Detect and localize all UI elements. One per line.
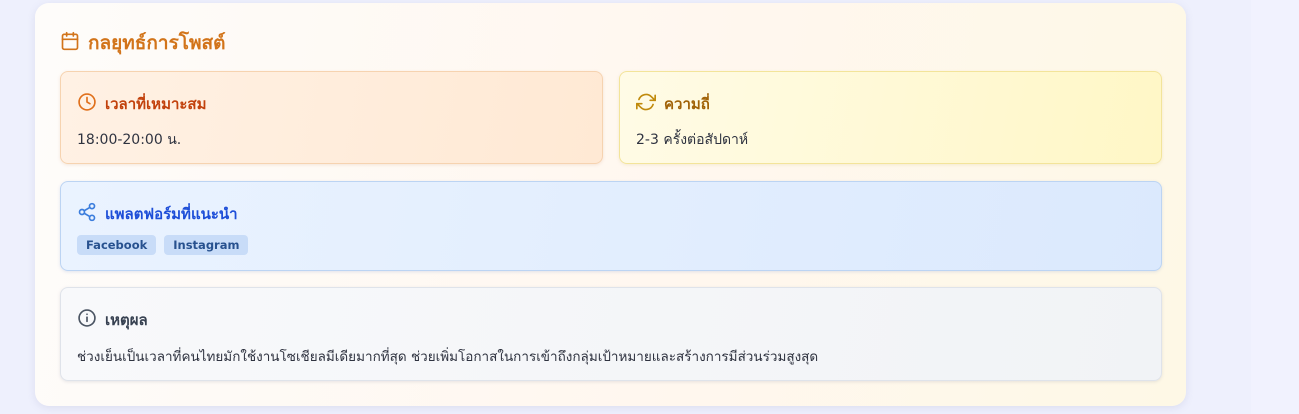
card-title: กลยุทธ์การโพสต์ (88, 32, 226, 54)
best-time-panel: เวลาที่เหมาะสม 18:00-20:00 น. (60, 71, 603, 164)
right-background-strip (1251, 0, 1299, 414)
best-time-header: เวลาที่เหมาะสม (77, 92, 206, 116)
platforms-panel: แพลตฟอร์มที่แนะนำ Facebook Instagram (60, 181, 1162, 271)
info-icon (77, 308, 97, 332)
reason-header: เหตุผล (77, 308, 148, 332)
share-icon (77, 202, 97, 226)
platform-tag-instagram: Instagram (164, 235, 249, 255)
frequency-header: ความถี่ (636, 92, 710, 116)
platform-tags: Facebook Instagram (77, 235, 249, 255)
reason-text: ช่วงเย็นเป็นเวลาที่คนไทยมักใช้งานโซเชียล… (77, 349, 819, 365)
platform-tag-facebook: Facebook (77, 235, 157, 255)
frequency-value: 2-3 ครั้งต่อสัปดาห์ (636, 132, 749, 148)
reason-label: เหตุผล (105, 311, 148, 329)
platforms-label: แพลตฟอร์มที่แนะนำ (105, 205, 238, 223)
refresh-icon (636, 92, 656, 116)
platforms-header: แพลตฟอร์มที่แนะนำ (77, 202, 238, 226)
clock-icon (77, 92, 97, 116)
calendar-icon (60, 31, 80, 55)
posting-strategy-card: กลยุทธ์การโพสต์ เวลาที่เหมาะสม 18:00-20:… (35, 3, 1186, 406)
card-header: กลยุทธ์การโพสต์ (60, 30, 225, 56)
best-time-value: 18:00-20:00 น. (77, 132, 182, 148)
frequency-panel: ความถี่ 2-3 ครั้งต่อสัปดาห์ (619, 71, 1162, 164)
best-time-label: เวลาที่เหมาะสม (105, 95, 207, 113)
frequency-label: ความถี่ (664, 95, 710, 113)
reason-panel: เหตุผล ช่วงเย็นเป็นเวลาที่คนไทยมักใช้งาน… (60, 287, 1162, 381)
